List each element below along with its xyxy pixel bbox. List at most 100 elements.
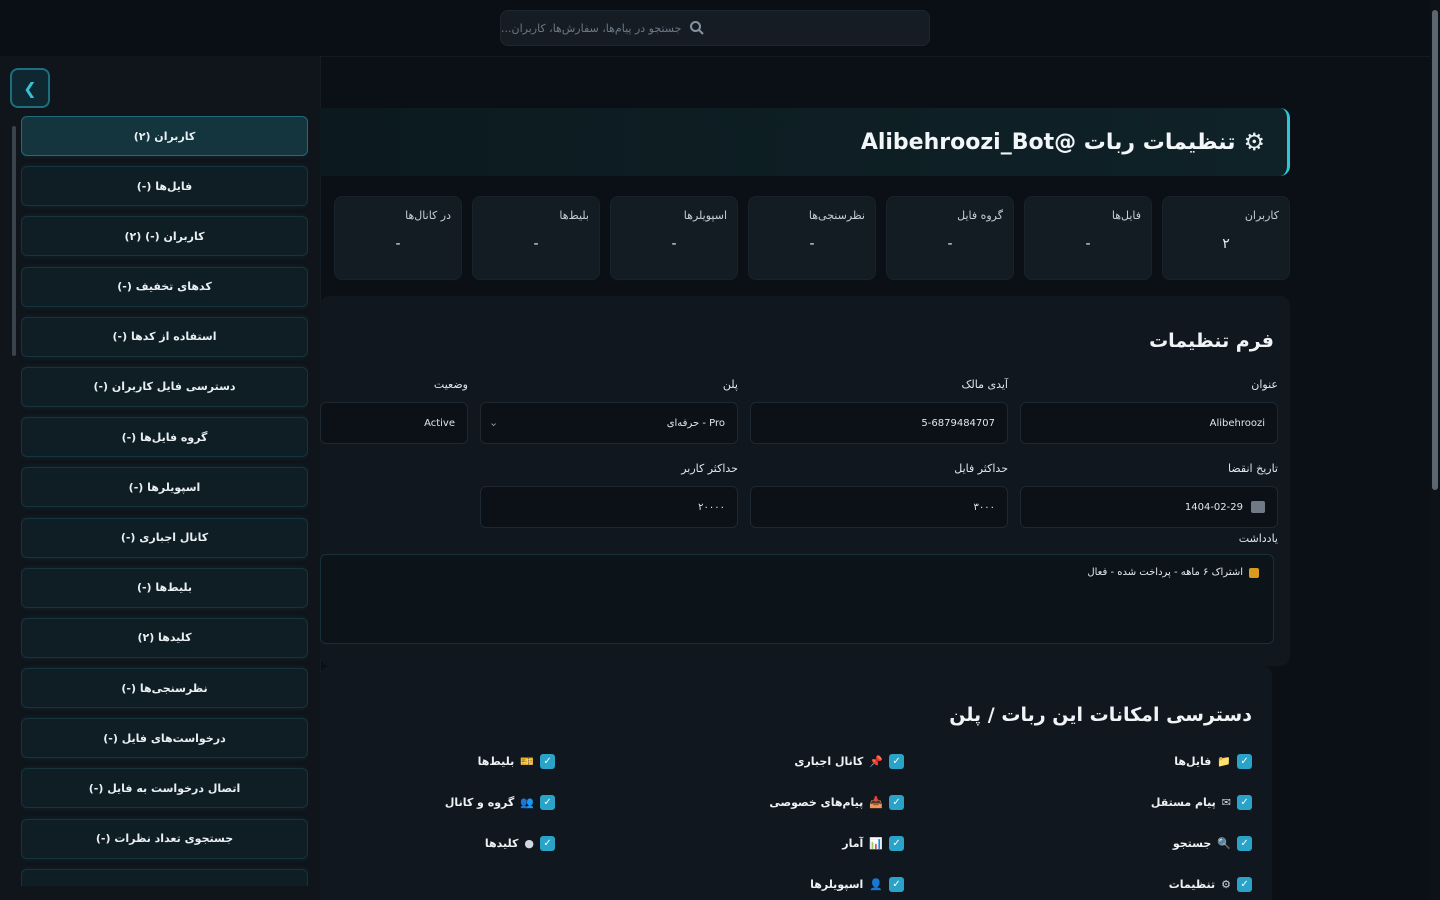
status-label: وضعیت	[433, 378, 468, 391]
feature-label: کلیدها	[484, 837, 519, 850]
sidebar-item-users-2[interactable]: کاربران (-) (۲)	[21, 216, 308, 257]
access-title: دسترسی امکانات این ربات / پلن	[949, 704, 1252, 726]
max-users-field[interactable]: ۲۰۰۰۰	[480, 486, 738, 528]
feature-label: جستجو	[1172, 837, 1212, 850]
stat-card-spoilers: اسپویلرها -	[610, 196, 738, 280]
feature-checkbox-stats[interactable]: ✓ 📊 آمار	[842, 836, 904, 851]
feature-checkbox-private-messages[interactable]: ✓ 📥 پیام‌های خصوصی	[769, 795, 904, 810]
feature-checkbox-group-channel[interactable]: ✓ 👥 گروه و کانال	[445, 795, 555, 810]
stat-value: -	[395, 236, 401, 252]
checkbox-checked[interactable]: ✓	[889, 877, 904, 892]
sidebar-scrollbar[interactable]	[12, 126, 16, 356]
pin-icon: 📌	[869, 755, 883, 768]
checkbox-checked[interactable]: ✓	[1237, 795, 1252, 810]
status-field[interactable]: Active	[320, 402, 468, 444]
stat-label: فایل‌ها	[1111, 209, 1141, 222]
expiry-date-field[interactable]: 1404-02-29	[1020, 486, 1278, 528]
feature-label: پیام مستقل	[1150, 796, 1216, 809]
stat-label: اسپویلرها	[683, 209, 727, 222]
plan-select-value: حرفه‌ای - Pro	[666, 417, 725, 429]
search-placeholder: جستجو در پیام‌ها، سفارش‌ها، کاربران...	[501, 21, 682, 35]
stat-card-channels: در کانال‌ها -	[334, 196, 462, 280]
sidebar-item-file-access[interactable]: دسترسی فایل کاربران (-)	[21, 366, 308, 407]
feature-checkbox-keys[interactable]: ✓ ● کلیدها	[485, 836, 555, 851]
checkbox-checked[interactable]: ✓	[889, 836, 904, 851]
notes-textarea[interactable]: اشتراک ۶ ماهه - پرداخت شده - فعال	[320, 554, 1274, 644]
feature-checkbox-settings[interactable]: ✓ ⚙ تنظیمات	[1169, 877, 1252, 892]
stat-value: -	[947, 236, 953, 252]
feature-checkbox-independent-message[interactable]: ✓ ✉ پیام مستقل	[1151, 795, 1252, 810]
sidebar-item-keys[interactable]: کلیدها (۲)	[21, 617, 308, 658]
checkbox-checked[interactable]: ✓	[540, 836, 555, 851]
name-label: عنوان	[1251, 378, 1278, 391]
feature-checkbox-forced-channel[interactable]: ✓ 📌 کانال اجباری	[794, 754, 904, 769]
feature-access-card: دسترسی امکانات این ربات / پلن ✓ 📁 فایل‌ه…	[320, 666, 1272, 900]
sidebar-item-discount-codes[interactable]: کدهای تخفیف (-)	[21, 266, 308, 307]
page-scrollbar-thumb[interactable]	[1432, 10, 1438, 490]
circle-icon: ●	[524, 837, 534, 850]
feature-checkbox-spoilers[interactable]: ✓ 👤 اسپویلرها	[810, 877, 904, 892]
page-title-wrap: ⚙ تنظیمات ربات @Alibehroozi_Bot	[861, 128, 1265, 156]
stats-row: کاربران ۲ فایل‌ها - گروه فایل - نظرسنجی‌ها -…	[326, 196, 1290, 280]
sidebar-item-spoilers[interactable]: اسپویلرها (-)	[21, 467, 308, 508]
checkbox-checked[interactable]: ✓	[889, 795, 904, 810]
page-title: تنظیمات ربات @Alibehroozi_Bot	[860, 129, 1236, 155]
sidebar-item-users[interactable]: کاربران (۲)	[21, 116, 308, 156]
stat-card-polls: نظرسنجی‌ها -	[748, 196, 876, 280]
stat-value: -	[533, 236, 539, 252]
stat-label: گروه فایل	[957, 209, 1003, 222]
stat-card-tickets: بلیط‌ها -	[472, 196, 600, 280]
sidebar-item-tickets[interactable]: بلیط‌ها (-)	[21, 567, 308, 608]
feature-checkbox-files[interactable]: ✓ 📁 فایل‌ها	[1174, 754, 1252, 769]
checkbox-checked[interactable]: ✓	[889, 754, 904, 769]
owner-id-field[interactable]: 5-6879484707	[750, 402, 1008, 444]
folder-icon: 📁	[1217, 755, 1231, 768]
feature-label: فایل‌ها	[1174, 755, 1212, 768]
name-field[interactable]: Alibehroozi	[1020, 402, 1278, 444]
feature-label: کانال اجباری	[794, 755, 864, 768]
sidebar-item-more[interactable]: ...	[21, 868, 308, 886]
feature-label: بلیط‌ها	[477, 755, 515, 768]
notes-content: اشتراک ۶ ماهه - پرداخت شده - فعال	[1087, 567, 1259, 578]
sidebar-item-file-groups[interactable]: گروه فایل‌ها (-)	[21, 417, 308, 458]
checkbox-checked[interactable]: ✓	[1237, 877, 1252, 892]
sidebar-item-polls[interactable]: نظرسنجی‌ها (-)	[21, 668, 308, 709]
search-icon: 🔍	[1217, 837, 1231, 850]
global-search[interactable]: جستجو در پیام‌ها، سفارش‌ها، کاربران...	[500, 10, 930, 46]
inbox-icon: 📥	[869, 796, 883, 809]
page-scrollbar[interactable]	[1430, 0, 1440, 900]
message-icon: ✉	[1221, 796, 1231, 809]
sidebar-item-file-requests[interactable]: درخواست‌های فایل (-)	[21, 718, 308, 759]
checkbox-checked[interactable]: ✓	[1237, 754, 1252, 769]
max-files-field[interactable]: ۳۰۰۰	[750, 486, 1008, 528]
checkbox-checked[interactable]: ✓	[540, 754, 555, 769]
group-icon: 👥	[520, 796, 534, 809]
sidebar-list: کاربران (۲) فایل‌ها (-) کاربران (-) (۲) …	[21, 116, 308, 886]
gear-icon: ⚙	[1243, 128, 1265, 156]
sidebar-item-forced-channel[interactable]: کانال اجباری (-)	[21, 517, 308, 558]
sidebar-item-files[interactable]: فایل‌ها (-)	[21, 166, 308, 207]
sidebar-item-code-usage[interactable]: استفاده از کدها (-)	[21, 316, 308, 357]
feature-label: پیام‌های خصوصی	[769, 796, 864, 809]
search-icon	[690, 21, 705, 35]
max-files-label: حداکثر فایل	[954, 462, 1008, 475]
stat-card-files: فایل‌ها -	[1024, 196, 1152, 280]
stat-label: در کانال‌ها	[405, 209, 451, 222]
sidebar-item-comment-count[interactable]: جستجوی تعداد نظرات (-)	[21, 818, 308, 859]
plan-label: پلن	[722, 378, 738, 391]
main-content: ⚙ تنظیمات ربات @Alibehroozi_Bot کاربران ۲…	[320, 56, 1430, 900]
feature-label: اسپویلرها	[810, 878, 864, 891]
chevron-down-icon: ⌄	[489, 416, 499, 429]
stats-icon: 📊	[869, 837, 883, 850]
feature-checkbox-search[interactable]: ✓ 🔍 جستجو	[1173, 836, 1252, 851]
feature-checkbox-tickets[interactable]: ✓ 🎫 بلیط‌ها	[478, 754, 555, 769]
plan-select[interactable]: ⌄ حرفه‌ای - Pro	[480, 402, 738, 444]
checkbox-checked[interactable]: ✓	[540, 795, 555, 810]
expiry-date-value: 1404-02-29	[1184, 501, 1243, 513]
sidebar-item-request-link[interactable]: اتصال درخواست به فایل (-)	[21, 768, 308, 809]
checkbox-checked[interactable]: ✓	[1237, 836, 1252, 851]
page-header: ⚙ تنظیمات ربات @Alibehroozi_Bot	[320, 108, 1290, 176]
notes-text: اشتراک ۶ ماهه - پرداخت شده - فعال	[1087, 567, 1243, 578]
sidebar-collapse-button[interactable]: ❮	[10, 68, 50, 108]
feature-label: آمار	[842, 837, 864, 850]
